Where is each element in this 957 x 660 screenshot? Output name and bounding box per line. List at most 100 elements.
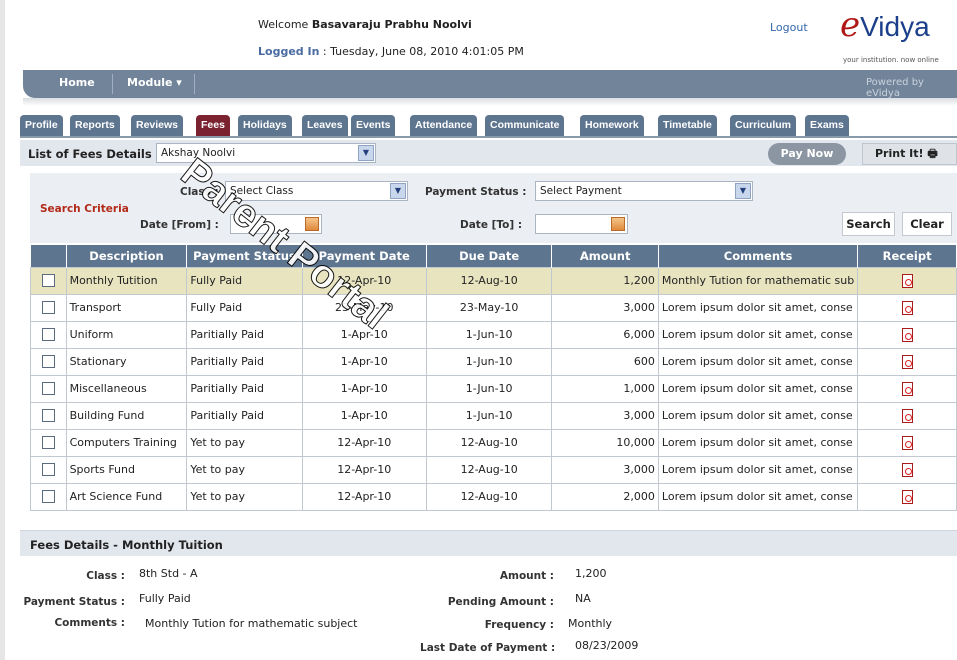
navbar-shadow [23,98,957,106]
calendar-icon[interactable] [611,217,625,231]
detail-class-value: 8th Std - A [139,567,198,580]
tab-attendance[interactable]: Attendance [410,115,478,136]
status-cell: Paritially Paid [186,347,303,376]
payment-date-cell: 12-Apr-10 [301,266,427,295]
main-navbar: Home Module ▾ Powered by eVidya [23,70,957,99]
row-checkbox[interactable] [41,301,55,315]
pay-now-button[interactable]: Pay Now [768,143,846,165]
row-checkbox[interactable] [41,274,55,288]
row-checkbox[interactable] [41,382,55,396]
list-title: List of Fees Details [28,147,152,161]
pdf-receipt-icon[interactable] [901,408,913,423]
table-row[interactable]: Miscellaneous Paritially Paid 1-Apr-10 1… [30,374,957,403]
row-checkbox[interactable] [41,463,55,477]
pdf-receipt-icon[interactable] [901,489,913,504]
table-row[interactable]: Monthly Tutition Fully Paid 12-Apr-10 12… [30,266,957,295]
logged-in-text: Logged In : Tuesday, June 08, 2010 4:01:… [258,45,524,58]
column-header: Description [66,245,188,267]
detail-comments-value: Monthly Tution for mathematic subject [145,617,358,630]
payment-date-cell: 1-Apr-10 [301,320,427,349]
due-date-cell: 1-Jun-10 [425,401,553,430]
student-select[interactable]: Akshay Noolvi ▼ [156,143,376,163]
comments-cell: Lorem ipsum dolor sit amet, conse [657,401,859,430]
tab-leaves[interactable]: Leaves [302,115,348,136]
chevron-down-icon: ▼ [735,183,751,199]
row-checkbox[interactable] [41,436,55,450]
column-header: Payment Status [186,245,303,267]
pdf-receipt-icon[interactable] [901,300,913,315]
payment-date-cell: 12-Apr-10 [301,428,427,457]
tab-reviews[interactable]: Reviews [131,115,184,136]
detail-frequency-label: Frequency : [484,619,554,631]
status-cell: Fully Paid [186,266,303,295]
amount-cell: 2,000 [551,482,659,511]
nav-separator [194,74,195,94]
amount-cell: 6,000 [551,320,659,349]
tab-curriculum[interactable]: Curriculum [730,115,797,136]
payment-status-select[interactable]: Select Payment ▼ [535,181,753,201]
status-cell: Paritially Paid [186,320,303,349]
tab-timetable[interactable]: Timetable [658,115,717,136]
pdf-receipt-icon[interactable] [901,354,913,369]
logout-link[interactable]: Logout [770,21,808,34]
description-cell: Uniform [65,320,188,349]
due-date-cell: 12-Aug-10 [425,455,553,484]
table-row[interactable]: Art Science Fund Yet to pay 12-Apr-10 12… [30,482,957,511]
tab-exams[interactable]: Exams [805,115,849,136]
user-name: Basavaraju Prabhu Noolvi [311,18,472,31]
payment-date-cell: 12-Apr-10 [301,455,427,484]
date-from-label: Date [From] : [140,219,219,231]
tab-reports[interactable]: Reports [70,115,120,136]
comments-cell: Lorem ipsum dolor sit amet, conse [657,293,859,322]
table-row[interactable]: Sports Fund Yet to pay 12-Apr-10 12-Aug-… [30,455,957,484]
table-row[interactable]: Transport Fully Paid 23-May-10 23-May-10… [30,293,957,322]
pdf-receipt-icon[interactable] [901,273,913,288]
powered-by: Powered by eVidya [866,77,924,99]
amount-cell: 3,000 [551,293,659,322]
date-from-input[interactable] [230,214,322,234]
detail-amount-label: Amount : [499,570,554,582]
detail-frequency-value: Monthly [568,617,613,630]
calendar-icon[interactable] [305,217,319,231]
row-checkbox[interactable] [41,328,55,342]
comments-cell: Lorem ipsum dolor sit amet, conse [657,482,859,511]
tab-communicate[interactable]: Communicate [485,115,565,136]
status-cell: Paritially Paid [186,374,303,403]
column-header: Amount [551,245,659,267]
table-row[interactable]: Building Fund Paritially Paid 1-Apr-10 1… [30,401,957,430]
row-checkbox[interactable] [41,355,55,369]
class-select[interactable]: Select Class ▼ [225,181,408,201]
description-cell: Stationary [65,347,188,376]
tab-events[interactable]: Events [351,115,396,136]
table-row[interactable]: Stationary Paritially Paid 1-Apr-10 1-Ju… [30,347,957,376]
tab-profile[interactable]: Profile [20,115,63,136]
clear-button[interactable]: Clear [902,212,952,236]
pdf-receipt-icon[interactable] [901,381,913,396]
amount-cell: 1,000 [551,374,659,403]
due-date-cell: 1-Jun-10 [425,347,553,376]
nav-home[interactable]: Home [59,76,95,89]
tab-holidays[interactable]: Holidays [238,115,292,136]
pdf-receipt-icon[interactable] [901,435,913,450]
pdf-receipt-icon[interactable] [901,327,913,342]
detail-last-date-label: Last Date of Payment : [420,642,556,654]
tab-fees[interactable]: Fees [196,115,230,136]
payment-date-cell: 1-Apr-10 [301,401,427,430]
status-cell: Yet to pay [186,428,303,457]
row-checkbox[interactable] [41,490,55,504]
pdf-receipt-icon[interactable] [901,462,913,477]
printer-icon: 🖶 [927,147,938,160]
print-button[interactable]: Print It! 🖶 [862,143,957,165]
search-criteria-label: Search Criteria [40,203,129,215]
amount-cell: 1,200 [551,266,659,295]
nav-module-menu[interactable]: Module ▾ [127,76,182,89]
detail-payment-status-label: Payment Status : [23,596,126,608]
payment-date-cell: 1-Apr-10 [301,374,427,403]
table-row[interactable]: Computers Training Yet to pay 12-Apr-10 … [30,428,957,457]
description-cell: Miscellaneous [65,374,188,403]
tab-homework[interactable]: Homework [580,115,644,136]
table-row[interactable]: Uniform Paritially Paid 1-Apr-10 1-Jun-1… [30,320,957,349]
date-to-input[interactable] [535,214,628,234]
search-button[interactable]: Search [842,212,895,236]
row-checkbox[interactable] [41,409,55,423]
